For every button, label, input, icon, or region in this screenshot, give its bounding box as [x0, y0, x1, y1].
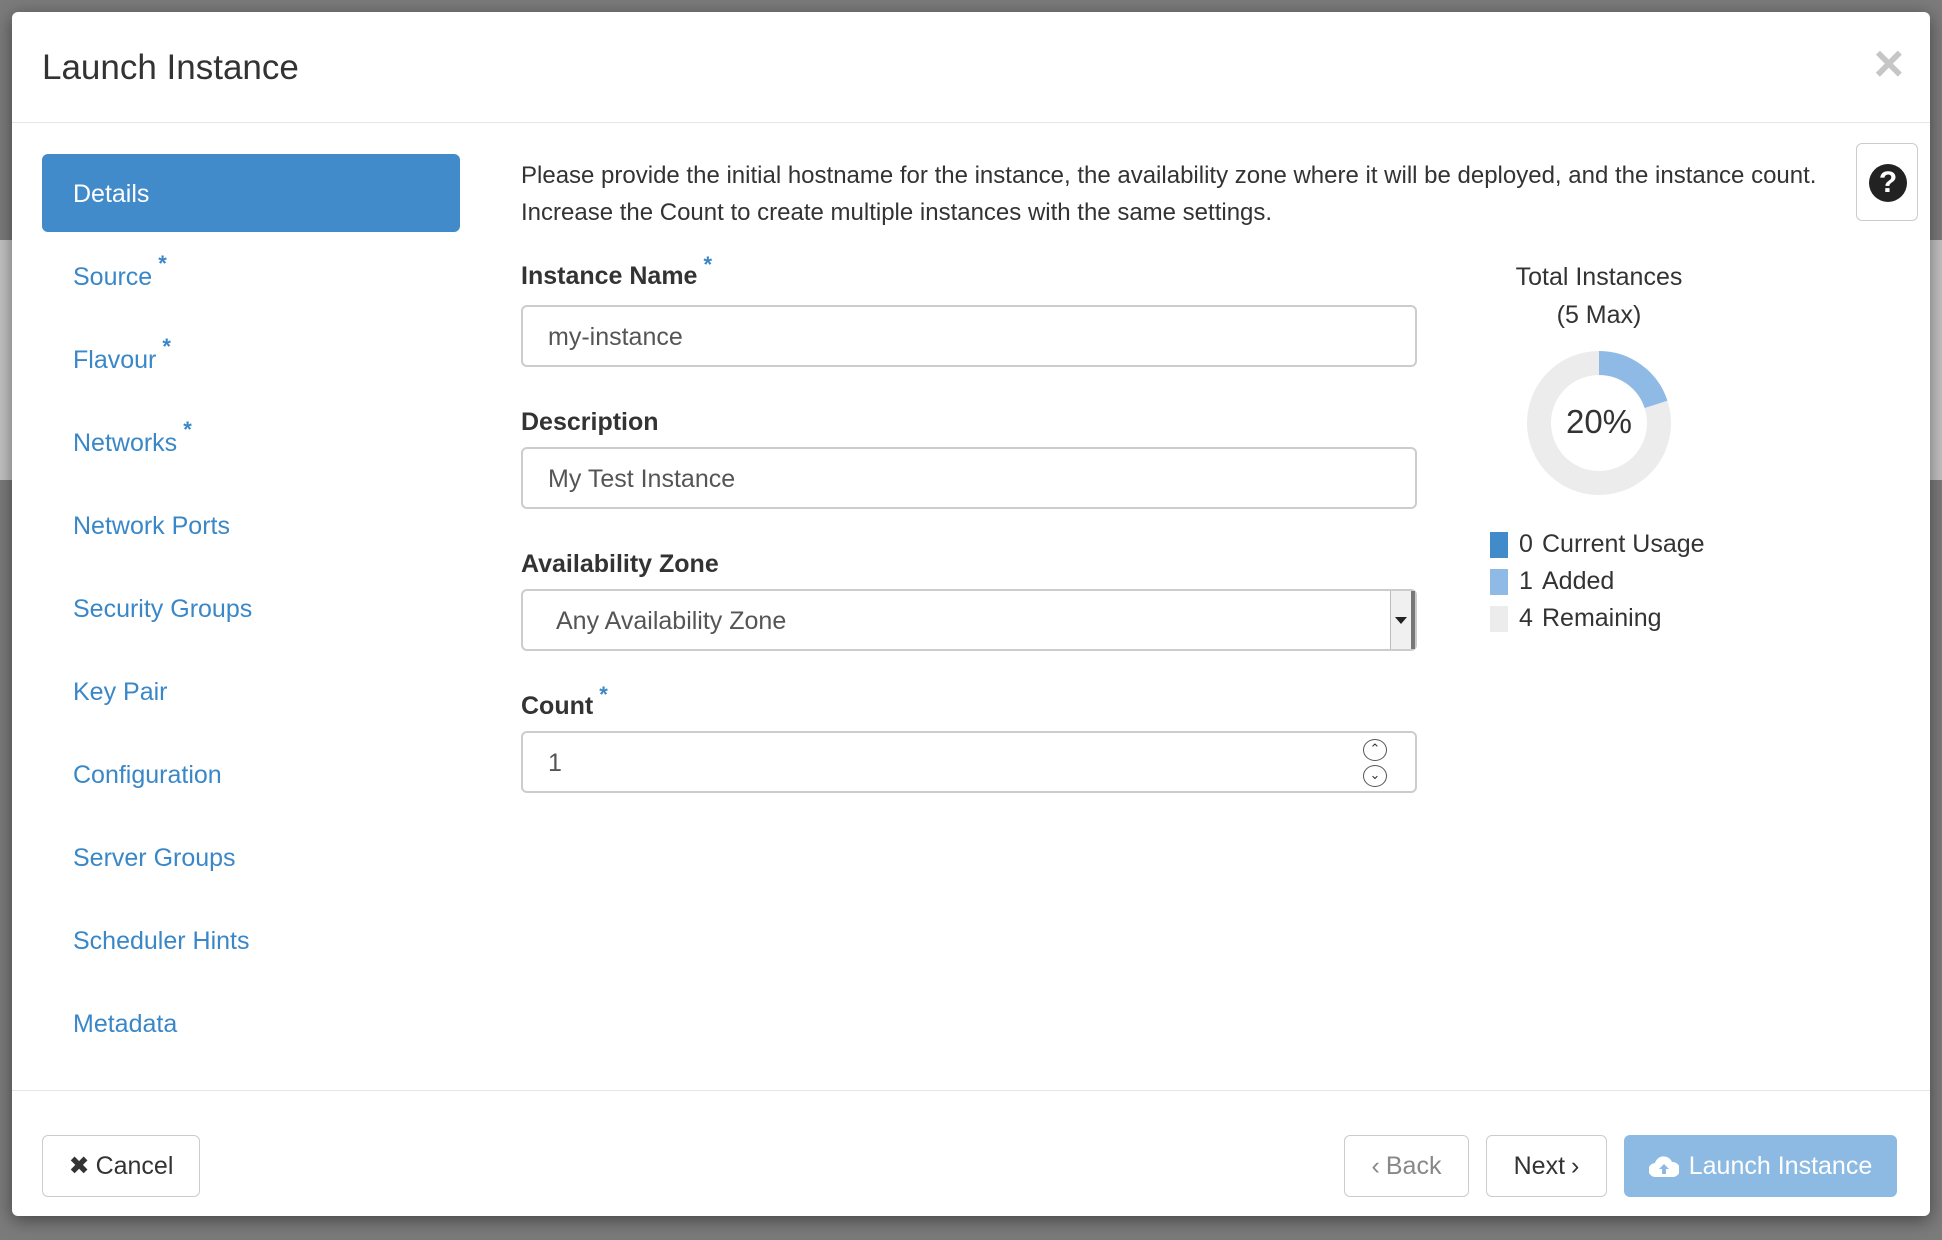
required-indicator: * — [162, 334, 171, 359]
nav-item-flavour[interactable]: Flavour * — [42, 320, 460, 398]
back-button[interactable]: ‹ Back — [1344, 1135, 1469, 1197]
nav-item-metadata[interactable]: Metadata — [42, 984, 460, 1062]
dropdown-arrow-icon[interactable] — [1390, 591, 1415, 649]
chart-title: Total Instances — [1515, 263, 1683, 291]
dialog-header: Launch Instance × — [12, 12, 1930, 123]
launch-instance-button[interactable]: Launch Instance — [1624, 1135, 1897, 1197]
required-indicator: * — [183, 417, 192, 442]
nav-item-label: Key Pair — [73, 678, 168, 706]
decrement-icon[interactable]: ⌄ — [1363, 765, 1387, 787]
donut-center-label: 20% — [1566, 403, 1632, 440]
nav-item-source[interactable]: Source * — [42, 237, 460, 315]
nav-item-label: Network Ports — [73, 512, 230, 540]
legend-item-current-usage: 0 Current Usage — [1490, 526, 1705, 563]
cancel-button[interactable]: ✖ Cancel — [42, 1135, 200, 1197]
chart-legend: 0 Current Usage 1 Added 4 Remaining — [1490, 526, 1705, 637]
availability-zone-label: Availability Zone — [521, 550, 719, 578]
legend-label: Added — [1542, 567, 1615, 595]
background-page — [1930, 240, 1942, 480]
required-indicator: * — [158, 251, 167, 276]
cancel-label: Cancel — [95, 1152, 174, 1180]
total-instances-title: Total Instances (5 Max) — [1484, 258, 1714, 334]
legend-count: 0 — [1519, 530, 1533, 558]
nav-item-label: Flavour — [73, 346, 157, 374]
instances-donut-chart: 20% — [1527, 351, 1671, 495]
nav-item-label: Scheduler Hints — [73, 927, 250, 955]
nav-item-networks[interactable]: Networks * — [42, 403, 460, 481]
close-icon: ✖ — [68, 1152, 90, 1180]
nav-item-label: Metadata — [73, 1010, 178, 1038]
legend-count: 1 — [1519, 567, 1533, 595]
help-button[interactable]: ? — [1856, 143, 1918, 221]
nav-item-configuration[interactable]: Configuration — [42, 735, 460, 813]
chevron-right-icon: › — [1571, 1152, 1580, 1180]
count-stepper: ⌃ ⌄ — [1363, 739, 1389, 791]
required-indicator: * — [599, 682, 608, 707]
instance-name-label: Instance Name * — [521, 252, 713, 290]
nav-item-key-pair[interactable]: Key Pair — [42, 652, 460, 730]
required-indicator: * — [703, 252, 713, 277]
legend-item-added: 1 Added — [1490, 563, 1705, 600]
nav-item-scheduler-hints[interactable]: Scheduler Hints — [42, 901, 460, 979]
nav-item-label: Details — [73, 180, 150, 208]
count-label: Count * — [521, 682, 608, 720]
availability-zone-select[interactable]: Any Availability Zone — [521, 589, 1417, 651]
legend-swatch — [1490, 531, 1508, 558]
description-label: Description — [521, 408, 659, 436]
nav-item-network-ports[interactable]: Network Ports — [42, 486, 460, 564]
dialog-footer: ✖ Cancel ‹ Back Next › Launch Instance — [12, 1090, 1930, 1217]
launch-label: Launch Instance — [1688, 1152, 1873, 1180]
chart-subtitle: (5 Max) — [1556, 301, 1642, 329]
dialog-title: Launch Instance — [42, 48, 299, 87]
nav-item-server-groups[interactable]: Server Groups — [42, 818, 460, 896]
nav-item-security-groups[interactable]: Security Groups — [42, 569, 460, 647]
legend-label: Current Usage — [1542, 530, 1705, 558]
count-value: 1 — [548, 749, 562, 777]
donut-slice-added — [1598, 351, 1668, 409]
increment-icon[interactable]: ⌃ — [1363, 739, 1387, 761]
legend-swatch — [1490, 605, 1508, 632]
question-icon: ? — [1869, 164, 1907, 202]
nav-item-label: Server Groups — [73, 844, 236, 872]
description-input[interactable]: My Test Instance — [521, 447, 1417, 509]
back-label: Back — [1385, 1152, 1442, 1180]
availability-zone-value: Any Availability Zone — [556, 607, 787, 635]
nav-item-label: Security Groups — [73, 595, 253, 623]
launch-instance-dialog: Launch Instance × Details Source * Flavou… — [12, 12, 1930, 1216]
legend-label: Remaining — [1542, 604, 1662, 632]
cloud-upload-icon — [1648, 1156, 1679, 1178]
nav-item-label: Networks — [73, 429, 178, 457]
nav-item-details[interactable]: Details — [42, 154, 460, 232]
step-description: Please provide the initial hostname for … — [521, 162, 1817, 226]
legend-item-remaining: 4 Remaining — [1490, 600, 1705, 637]
chevron-left-icon: ‹ — [1371, 1152, 1380, 1180]
next-button[interactable]: Next › — [1486, 1135, 1607, 1197]
background-page — [0, 240, 12, 480]
legend-count: 4 — [1519, 604, 1533, 632]
nav-item-label: Configuration — [73, 761, 222, 789]
wizard-nav: Details Source * Flavour * Networks * Netwo… — [42, 154, 460, 1067]
nav-item-label: Source — [73, 263, 153, 291]
next-label: Next — [1513, 1152, 1566, 1180]
close-icon[interactable]: × — [1874, 38, 1904, 90]
legend-swatch — [1490, 568, 1508, 595]
count-input[interactable]: 1 ⌃ ⌄ — [521, 731, 1417, 793]
instance-name-input[interactable]: my-instance — [521, 305, 1417, 367]
